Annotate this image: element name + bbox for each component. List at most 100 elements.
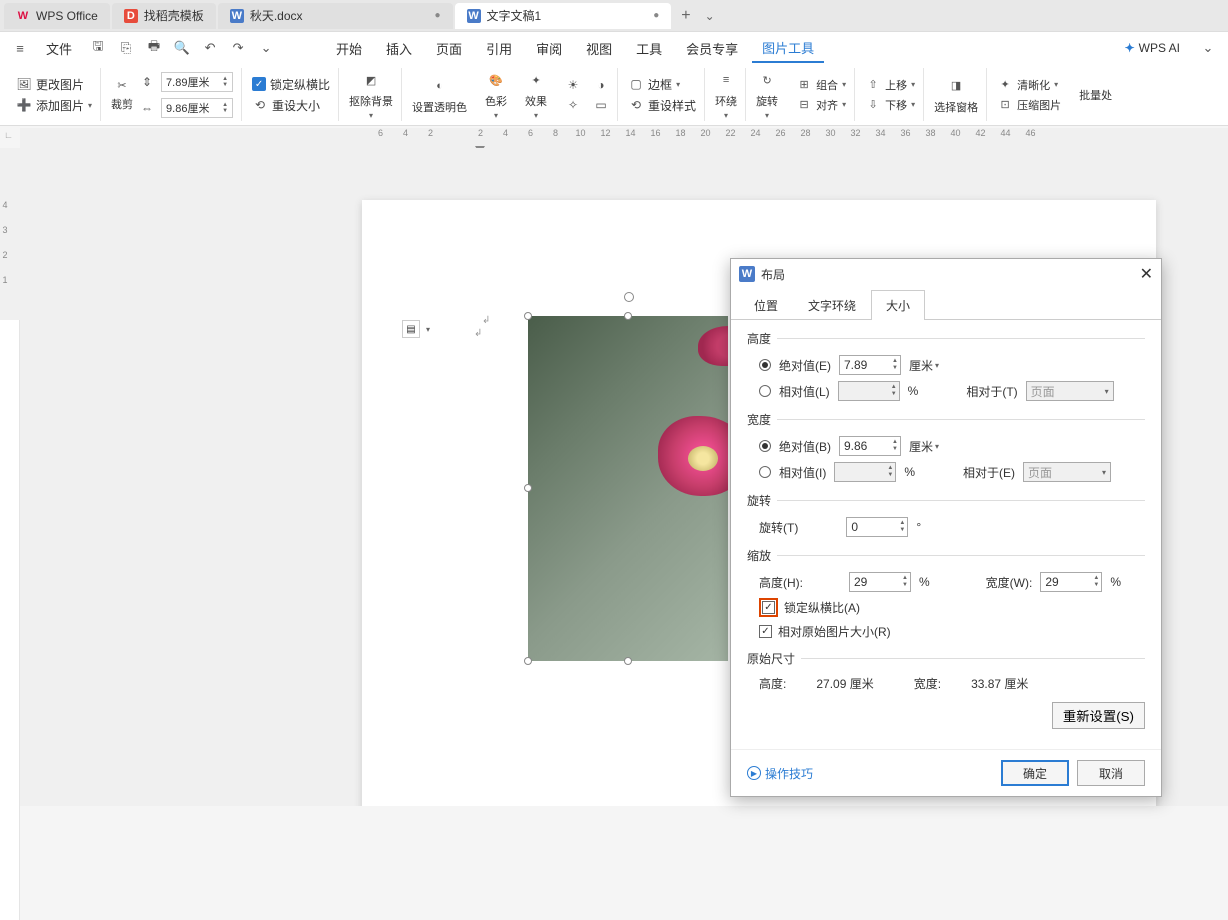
select-pane-button[interactable]: ◨选择窗格 [934, 75, 978, 115]
group-button[interactable]: ⊞组合▾ [796, 77, 846, 93]
tab-doc1[interactable]: W秋天.docx● [218, 3, 453, 29]
rotate-button[interactable]: ↻旋转▾ [756, 69, 778, 120]
move-down-button[interactable]: ⇩下移▾ [865, 97, 915, 113]
resize-handle[interactable] [624, 657, 632, 665]
menu-tools[interactable]: 工具 [626, 35, 672, 62]
reset-style-button[interactable]: ⟲重设样式 [628, 97, 696, 114]
transparent-icon: ◐ [429, 75, 451, 97]
cancel-button[interactable]: 取消 [1077, 760, 1145, 786]
tab-position[interactable]: 位置 [739, 290, 793, 320]
effects-button[interactable]: ✦效果▾ [525, 69, 547, 120]
tab-menu-icon[interactable]: ⌄ [699, 9, 721, 23]
radio-rel-height[interactable] [759, 385, 771, 397]
radio-abs-width[interactable] [759, 440, 771, 452]
height-input[interactable]: 7.89厘米 ▲▼ [161, 72, 233, 92]
height-rel-input[interactable]: ▲▼ [838, 381, 900, 401]
tab-size[interactable]: 大小 [871, 290, 925, 320]
resize-handle[interactable] [524, 312, 532, 320]
crop-button[interactable]: ✂裁剪 [111, 78, 133, 112]
wrap-button[interactable]: ≡环绕▾ [715, 69, 737, 120]
scale-w-input[interactable]: 29▲▼ [1040, 572, 1102, 592]
compress-button[interactable]: ⊡压缩图片 [997, 97, 1061, 113]
border-button[interactable]: ▢边框▾ [628, 76, 696, 93]
close-icon[interactable]: ● [435, 10, 441, 21]
copy-icon[interactable]: ⎘ [114, 36, 138, 60]
ok-button[interactable]: 确定 [1001, 760, 1069, 786]
lock-ratio-checkbox[interactable]: ✓锁定纵横比 [252, 76, 330, 93]
width-input[interactable]: 9.86厘米▲▼ [161, 98, 233, 118]
height-abs-input[interactable]: 7.89▲▼ [839, 355, 901, 375]
tab-dk[interactable]: D找稻壳模板 [112, 3, 216, 29]
hamburger-icon[interactable]: ≡ [8, 36, 32, 60]
radio-abs-height[interactable] [759, 359, 771, 371]
contrast-icon[interactable]: ◑ [593, 77, 609, 93]
image-content [528, 316, 728, 661]
label: 更改图片 [36, 76, 84, 93]
undo-icon[interactable]: ↶ [198, 36, 222, 60]
menu-page[interactable]: 页面 [426, 35, 472, 62]
reset-button[interactable]: 重新设置(S) [1052, 702, 1145, 729]
colors-button[interactable]: 🎨色彩▾ [485, 69, 507, 120]
spinner-icon[interactable]: ▲▼ [222, 76, 228, 88]
label: 高度(H): [759, 574, 803, 591]
val: 7.89厘米 [166, 74, 209, 90]
width-abs-input[interactable]: 9.86▲▼ [839, 436, 901, 456]
file-menu[interactable]: 文件 [36, 35, 82, 62]
layout-option-icon[interactable]: ▤ [402, 320, 420, 338]
rel-to-select[interactable]: 页面▾ [1023, 462, 1111, 482]
chevron-down-icon[interactable]: ▾ [426, 325, 430, 334]
sharpen-icon[interactable]: ✧ [565, 97, 581, 113]
radio-rel-width[interactable] [759, 466, 771, 478]
tips-link[interactable]: ▶操作技巧 [747, 765, 813, 782]
resize-handle[interactable] [524, 484, 532, 492]
reset-size-button[interactable]: ⟲重设大小 [252, 97, 330, 114]
batch-button[interactable]: 批量处 [1079, 87, 1112, 103]
save-icon[interactable]: 🖫 [86, 36, 110, 60]
rel-to-select[interactable]: 页面▾ [1026, 381, 1114, 401]
menu-pic-tools[interactable]: 图片工具 [752, 34, 824, 63]
menu-more-icon[interactable]: ⌄ [1196, 36, 1220, 60]
dropdown-icon[interactable]: ⌄ [254, 36, 278, 60]
menu-ref[interactable]: 引用 [476, 35, 522, 62]
close-icon[interactable]: ✕ [1140, 264, 1153, 284]
move-up-button[interactable]: ⇧上移▾ [865, 77, 915, 93]
unit-dropdown[interactable]: 厘米▾ [909, 357, 939, 374]
rotate-input[interactable]: 0▲▼ [846, 517, 908, 537]
group-icon: ⊞ [796, 77, 812, 93]
redo-icon[interactable]: ↷ [226, 36, 250, 60]
wps-ai-button[interactable]: ✦WPS AI [1113, 41, 1192, 55]
resize-handle[interactable] [624, 312, 632, 320]
tab-add-button[interactable]: + [673, 7, 698, 25]
align-button[interactable]: ⊟对齐▾ [796, 97, 846, 113]
menu-member[interactable]: 会员专享 [676, 35, 748, 62]
width-rel-input[interactable]: ▲▼ [834, 462, 896, 482]
print-icon[interactable]: 🖶 [142, 36, 166, 60]
scale-h-input[interactable]: 29▲▼ [849, 572, 911, 592]
rotate-handle[interactable] [624, 292, 634, 302]
bg-remove-icon: ◩ [360, 69, 382, 91]
clarity-button[interactable]: ✦清晰化▾ [997, 77, 1061, 93]
menu-start[interactable]: 开始 [326, 35, 372, 62]
rel-orig-checkbox[interactable] [759, 625, 772, 638]
add-pic-button[interactable]: ➕添加图片▾ [16, 97, 92, 114]
lock-ratio-checkbox[interactable] [762, 601, 775, 614]
tab-doc2[interactable]: W文字文稿1● [455, 3, 672, 29]
brightness-icon[interactable]: ☀ [565, 77, 581, 93]
dialog-titlebar[interactable]: W 布局 ✕ [731, 259, 1161, 289]
menu-insert[interactable]: 插入 [376, 35, 422, 62]
menu-review[interactable]: 审阅 [526, 35, 572, 62]
transparent-button[interactable]: ◐ 设置透明色 [412, 75, 467, 115]
label: 设置透明色 [412, 99, 467, 115]
tab-wrap[interactable]: 文字环绕 [793, 290, 871, 320]
crop-border-icon[interactable]: ▭ [593, 97, 609, 113]
close-icon[interactable]: ● [653, 10, 659, 21]
menu-view[interactable]: 视图 [576, 35, 622, 62]
resize-handle[interactable] [524, 657, 532, 665]
change-pic-button[interactable]: 🖼更改图片 [16, 76, 92, 93]
tab-wps[interactable]: WWPS Office [4, 3, 110, 29]
label: 宽度: [914, 675, 941, 692]
remove-bg-button[interactable]: ◩抠除背景▾ [349, 69, 393, 120]
unit-dropdown[interactable]: 厘米▾ [909, 438, 939, 455]
spinner-icon[interactable]: ▲▼ [222, 102, 228, 114]
preview-icon[interactable]: 🔍 [170, 36, 194, 60]
